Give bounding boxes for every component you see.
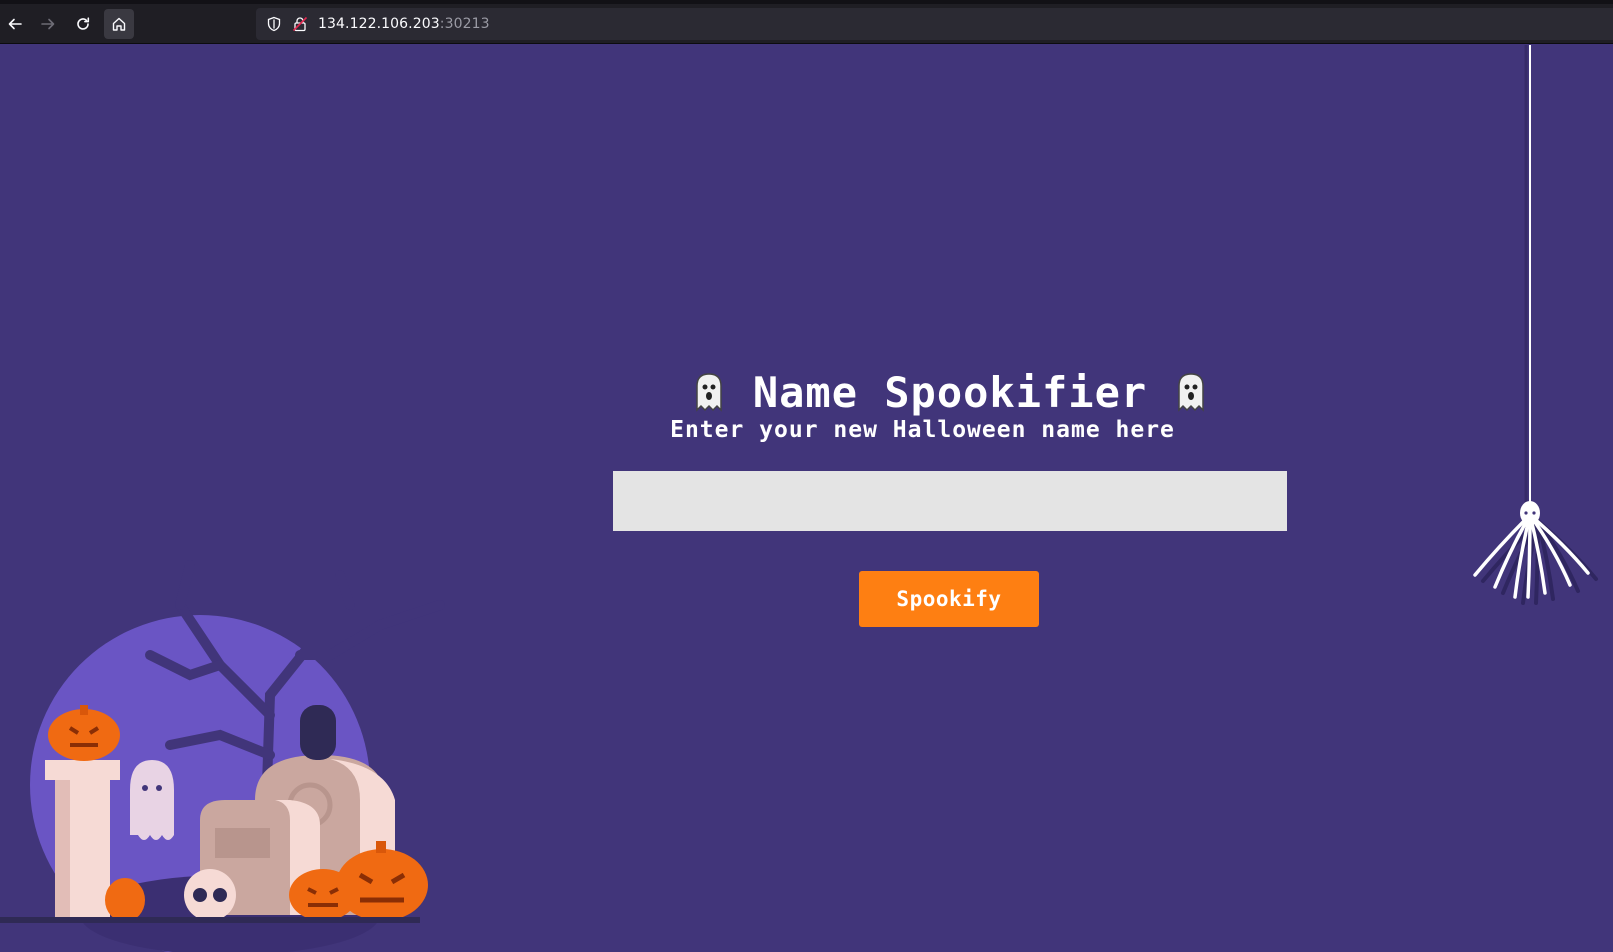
back-arrow-icon bbox=[8, 18, 22, 30]
ghost-icon bbox=[1178, 373, 1204, 412]
browser-toolbar: 134.122.106.203:30213 bbox=[0, 0, 1613, 44]
forward-button[interactable] bbox=[33, 9, 63, 39]
home-button[interactable] bbox=[104, 9, 134, 39]
url-host: 134.122.106.203 bbox=[318, 16, 440, 32]
reload-icon bbox=[77, 17, 90, 30]
spookify-button[interactable]: Spookify bbox=[859, 571, 1039, 627]
url-port: :30213 bbox=[439, 16, 490, 32]
ghost-icon bbox=[696, 373, 722, 412]
tab-strip bbox=[0, 0, 1613, 4]
back-button[interactable] bbox=[0, 9, 30, 39]
url-text[interactable]: 134.122.106.203:30213 bbox=[318, 16, 490, 32]
name-input[interactable] bbox=[613, 471, 1287, 531]
pumpkin-icon bbox=[289, 869, 357, 921]
graveyard-illustration bbox=[0, 560, 445, 952]
skull-icon bbox=[184, 869, 236, 921]
shield-icon[interactable] bbox=[266, 16, 282, 32]
page-content: Name Spookifier Enter your new Halloween… bbox=[0, 45, 1613, 952]
forward-arrow-icon bbox=[41, 18, 55, 30]
spider-icon bbox=[1473, 45, 1598, 605]
title-row: Name Spookifier bbox=[640, 367, 1260, 417]
insecure-lock-icon[interactable] bbox=[292, 16, 308, 32]
address-bar[interactable]: 134.122.106.203:30213 bbox=[256, 8, 1613, 40]
reload-button[interactable] bbox=[68, 9, 98, 39]
page-title: Name Spookifier bbox=[752, 367, 1148, 417]
home-icon bbox=[112, 17, 126, 31]
page-subtitle: Enter your new Halloween name here bbox=[670, 417, 1175, 443]
